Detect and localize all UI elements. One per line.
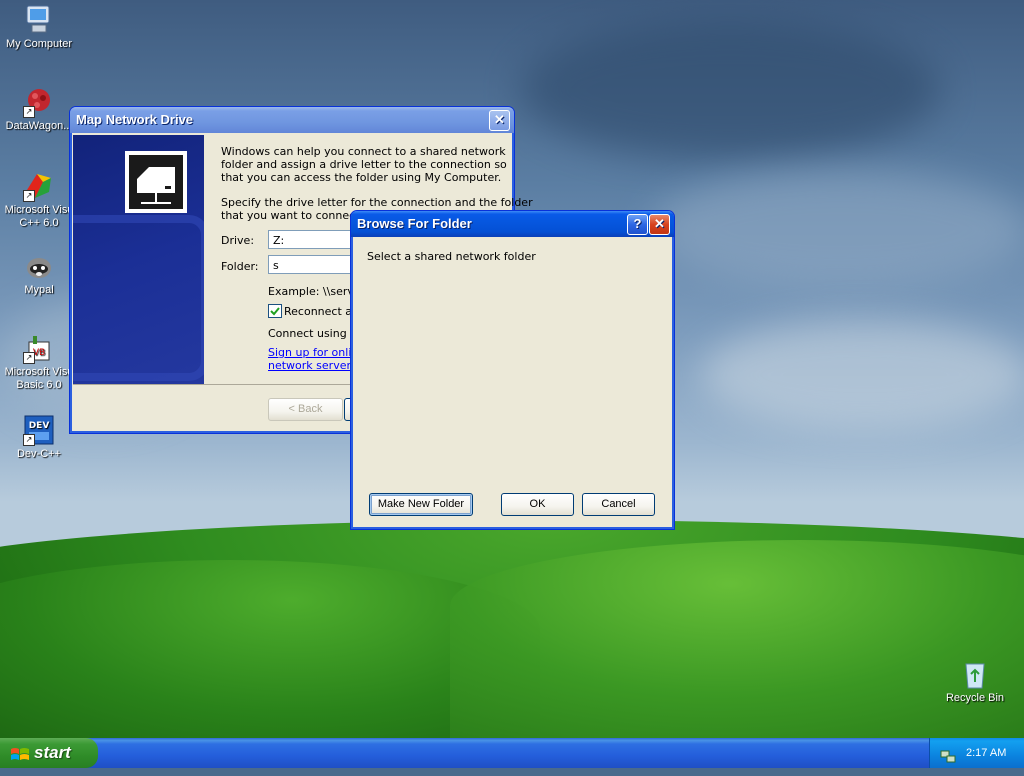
dev-cpp-icon: DEV ↗ (23, 414, 55, 446)
shortcut-arrow-icon: ↗ (23, 434, 35, 446)
folder-input[interactable]: s (268, 255, 358, 274)
cloud (700, 320, 1024, 430)
shortcut-arrow-icon: ↗ (23, 352, 35, 364)
cloud (520, 20, 940, 160)
back-button[interactable]: < Back (268, 398, 343, 421)
close-button[interactable]: ✕ (489, 110, 510, 131)
connect-using-text: Connect using a (268, 327, 357, 340)
network-server-link[interactable]: network server (268, 359, 350, 372)
icon-label: DataWagon... (5, 120, 73, 132)
specify-text-line1: Specify the drive letter for the connect… (221, 196, 533, 209)
folder-tree-area[interactable] (367, 269, 657, 479)
reconnect-checkbox[interactable] (268, 304, 282, 318)
clock[interactable]: 2:17 AM (966, 738, 1006, 768)
icon-label: Mypal (24, 284, 54, 296)
icon-label: Basic 6.0 (16, 379, 62, 391)
start-label: start (34, 743, 71, 762)
reconnect-label: Reconnect at (284, 305, 357, 318)
desktop-icon-dev-cpp[interactable]: DEV ↗ Dev-C++ (0, 414, 78, 461)
icon-label: Recycle Bin (945, 692, 1005, 704)
browse-for-folder-dialog: Browse For Folder ? ✕ Select a shared ne… (350, 210, 675, 530)
network-tray-icon[interactable] (940, 746, 956, 776)
network-drive-icon (125, 151, 187, 213)
icon-label: Microsoft Visu (4, 366, 74, 378)
desktop-icon-visual-cpp[interactable]: ↗ Microsoft Visu C++ 6.0 (0, 170, 78, 230)
example-text: Example: \\serve (268, 285, 361, 298)
cancel-button[interactable]: Cancel (582, 493, 655, 516)
dialog-title: Browse For Folder (357, 216, 472, 231)
shortcut-arrow-icon: ↗ (23, 190, 35, 202)
desktop-icon-recycle-bin[interactable]: Recycle Bin (936, 658, 1014, 705)
recycle-bin-icon (959, 658, 991, 690)
start-button[interactable]: start (0, 738, 98, 768)
icon-label: Microsoft Visu (4, 204, 74, 216)
browse-titlebar[interactable]: Browse For Folder ? ✕ (351, 211, 674, 237)
hill (450, 540, 1024, 738)
system-tray: 2:17 AM (929, 738, 1024, 768)
map-network-drive-titlebar[interactable]: Map Network Drive ✕ (70, 107, 514, 133)
datawagon-icon: ↗ (23, 86, 55, 118)
desktop-icon-mypal[interactable]: Mypal (0, 250, 78, 297)
my-computer-icon (23, 4, 55, 36)
signup-link-line2[interactable]: network server. (268, 359, 353, 372)
desktop-icon-datawagon[interactable]: ↗ DataWagon... (0, 86, 78, 133)
desktop-icon-my-computer[interactable]: My Computer (0, 4, 78, 51)
banner-decoration (73, 215, 204, 381)
folder-label: Folder: (221, 260, 259, 273)
intro-text: Windows can help you connect to a shared… (221, 145, 507, 184)
ok-button[interactable]: OK (501, 493, 574, 516)
wizard-banner (73, 135, 204, 384)
taskbar: start 2:17 AM (0, 738, 1024, 768)
windows-flag-icon (10, 744, 30, 774)
icon-label: Dev-C++ (16, 448, 62, 460)
cloud (650, 170, 1024, 290)
desktop-icon-visual-basic[interactable]: VB ↗ Microsoft Visu Basic 6.0 (0, 332, 78, 392)
checkmark-icon (270, 307, 280, 316)
help-button[interactable]: ? (627, 214, 648, 235)
drive-select[interactable]: Z: (268, 230, 358, 249)
mypal-raccoon-icon (23, 250, 55, 282)
visual-cpp-icon: ↗ (23, 170, 55, 202)
drive-label: Drive: (221, 234, 255, 247)
visual-basic-icon: VB ↗ (23, 332, 55, 364)
shortcut-arrow-icon: ↗ (23, 106, 35, 118)
specify-text-line2: that you want to connect t (221, 209, 368, 222)
window-title: Map Network Drive (76, 112, 194, 127)
svg-text:DEV: DEV (29, 421, 50, 431)
prompt-text: Select a shared network folder (367, 250, 536, 263)
icon-label: C++ 6.0 (19, 217, 59, 229)
icon-label: My Computer (5, 38, 73, 50)
make-new-folder-button[interactable]: Make New Folder (369, 493, 473, 516)
close-button[interactable]: ✕ (649, 214, 670, 235)
